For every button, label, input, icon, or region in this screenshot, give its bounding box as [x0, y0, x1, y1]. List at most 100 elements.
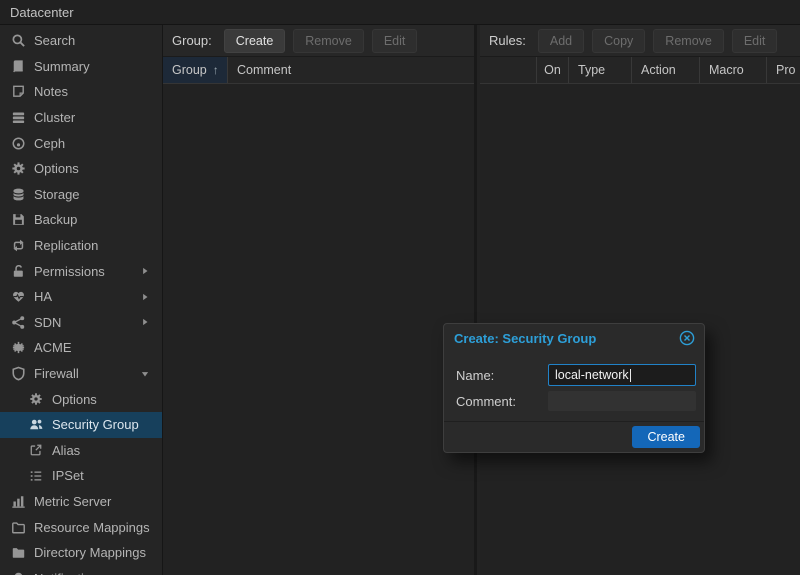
sidebar-item-resource-mappings[interactable]: Resource Mappings: [0, 514, 162, 540]
chevron-down-icon: [140, 369, 150, 379]
sidebar-item-cluster[interactable]: Cluster: [0, 105, 162, 131]
group-create-button[interactable]: Create: [224, 29, 286, 53]
group-toolbar-label: Group:: [172, 33, 212, 48]
security-group-panel: Group: Create Remove Edit Group ↑ Commen…: [163, 25, 477, 575]
group-grid-body: [163, 84, 474, 574]
sidebar-item-label: HA: [34, 289, 52, 304]
column-header-macro[interactable]: Macro: [700, 57, 767, 83]
sidebar-item-search[interactable]: Search: [0, 28, 162, 54]
sidebar-item-label: ACME: [34, 340, 72, 355]
database-icon: [9, 186, 27, 202]
group-grid-header: Group ↑ Comment: [163, 57, 474, 84]
rules-edit-button[interactable]: Edit: [732, 29, 778, 53]
note-icon: [9, 84, 27, 100]
bell-icon: [9, 570, 27, 575]
rules-copy-button[interactable]: Copy: [592, 29, 645, 53]
sidebar-item-label: Summary: [34, 59, 90, 74]
sidebar-item-metric-server[interactable]: Metric Server: [0, 489, 162, 515]
sidebar-item-label: SDN: [34, 315, 61, 330]
sidebar-item-label: Notifications: [34, 571, 105, 575]
sidebar-item-ipset[interactable]: IPSet: [0, 463, 162, 489]
sidebar-item-label: Options: [52, 392, 97, 407]
group-edit-button[interactable]: Edit: [372, 29, 418, 53]
close-icon[interactable]: [679, 330, 695, 346]
column-header-blank[interactable]: [480, 57, 537, 83]
sidebar-item-acme[interactable]: ACME: [0, 335, 162, 361]
top-bar: Datacenter: [0, 0, 800, 25]
list-icon: [27, 468, 45, 484]
sidebar-item-security-group[interactable]: Security Group: [0, 412, 162, 438]
rules-add-button[interactable]: Add: [538, 29, 584, 53]
gear-icon: [27, 391, 45, 407]
window-title: Datacenter: [10, 5, 74, 20]
sidebar-item-ceph[interactable]: Ceph: [0, 130, 162, 156]
sidebar-item-notifications[interactable]: Notifications: [0, 565, 162, 575]
sidebar-item-label: Permissions: [34, 264, 105, 279]
sidebar-item-options[interactable]: Options: [0, 156, 162, 182]
floppy-disk-icon: [9, 212, 27, 228]
column-header-action[interactable]: Action: [632, 57, 700, 83]
unlock-icon: [9, 263, 27, 279]
sidebar-item-firewall[interactable]: Firewall: [0, 361, 162, 387]
rules-remove-button[interactable]: Remove: [653, 29, 724, 53]
create-security-group-dialog: Create: Security Group Name: local-netwo…: [443, 323, 705, 453]
sidebar-item-backup[interactable]: Backup: [0, 207, 162, 233]
column-header-type[interactable]: Type: [569, 57, 632, 83]
dialog-body: Name: local-network Comment:: [444, 352, 704, 411]
dialog-title: Create: Security Group: [454, 331, 679, 346]
sidebar-item-label: Search: [34, 33, 75, 48]
chevron-right-icon: [140, 266, 150, 276]
dialog-footer: Create: [444, 421, 704, 452]
name-input-value: local-network: [555, 368, 629, 382]
sidebar-item-permissions[interactable]: Permissions: [0, 258, 162, 284]
sidebar-item-ha[interactable]: HA: [0, 284, 162, 310]
text-caret: [630, 369, 631, 382]
group-remove-button[interactable]: Remove: [293, 29, 364, 53]
folder-outline-icon: [9, 519, 27, 535]
folder-filled-icon: [9, 545, 27, 561]
rules-panel: Rules: Add Copy Remove Edit On Type Acti…: [480, 25, 800, 575]
name-field-row: Name: local-network: [456, 364, 696, 386]
dialog-create-button[interactable]: Create: [632, 426, 700, 448]
sidebar-item-replication[interactable]: Replication: [0, 233, 162, 259]
column-header-on[interactable]: On: [537, 57, 569, 83]
book-icon: [9, 58, 27, 74]
column-header-protocol[interactable]: Pro: [767, 57, 800, 83]
certificate-seal-icon: [9, 340, 27, 356]
heartbeat-icon: [9, 289, 27, 305]
dialog-titlebar[interactable]: Create: Security Group: [444, 324, 704, 352]
sidebar-item-label: Security Group: [52, 417, 139, 432]
sidebar-item-label: Directory Mappings: [34, 545, 146, 560]
comment-input[interactable]: [548, 391, 696, 411]
sidebar-item-label: Cluster: [34, 110, 75, 125]
network-nodes-icon: [9, 314, 27, 330]
chevron-right-icon: [140, 317, 150, 327]
column-header-comment[interactable]: Comment: [228, 57, 474, 83]
column-header-group[interactable]: Group ↑: [163, 57, 228, 83]
sidebar-item-label: Storage: [34, 187, 80, 202]
chevron-right-icon: [140, 292, 150, 302]
name-field-label: Name:: [456, 368, 548, 383]
sidebar-item-summary[interactable]: Summary: [0, 54, 162, 80]
sidebar-item-notes[interactable]: Notes: [0, 79, 162, 105]
sidebar-item-label: IPSet: [52, 468, 84, 483]
name-input[interactable]: local-network: [548, 364, 696, 386]
sidebar-item-label: Backup: [34, 212, 77, 227]
sidebar-item-label: Replication: [34, 238, 98, 253]
group-toolbar: Group: Create Remove Edit: [163, 25, 474, 57]
sidebar-item-alias[interactable]: Alias: [0, 438, 162, 464]
search-icon: [9, 33, 27, 49]
ceph-icon: [9, 135, 27, 151]
sidebar-item-storage[interactable]: Storage: [0, 182, 162, 208]
sidebar-item-directory-mappings[interactable]: Directory Mappings: [0, 540, 162, 566]
sidebar-item-label: Firewall: [34, 366, 79, 381]
gear-icon: [9, 161, 27, 177]
sidebar-item-firewall-options[interactable]: Options: [0, 386, 162, 412]
rules-toolbar-label: Rules:: [489, 33, 526, 48]
rules-grid-header: On Type Action Macro Pro: [480, 57, 800, 84]
external-link-icon: [27, 442, 45, 458]
server-stack-icon: [9, 110, 27, 126]
users-group-icon: [27, 417, 45, 433]
sidebar-item-sdn[interactable]: SDN: [0, 310, 162, 336]
rules-toolbar: Rules: Add Copy Remove Edit: [480, 25, 800, 57]
